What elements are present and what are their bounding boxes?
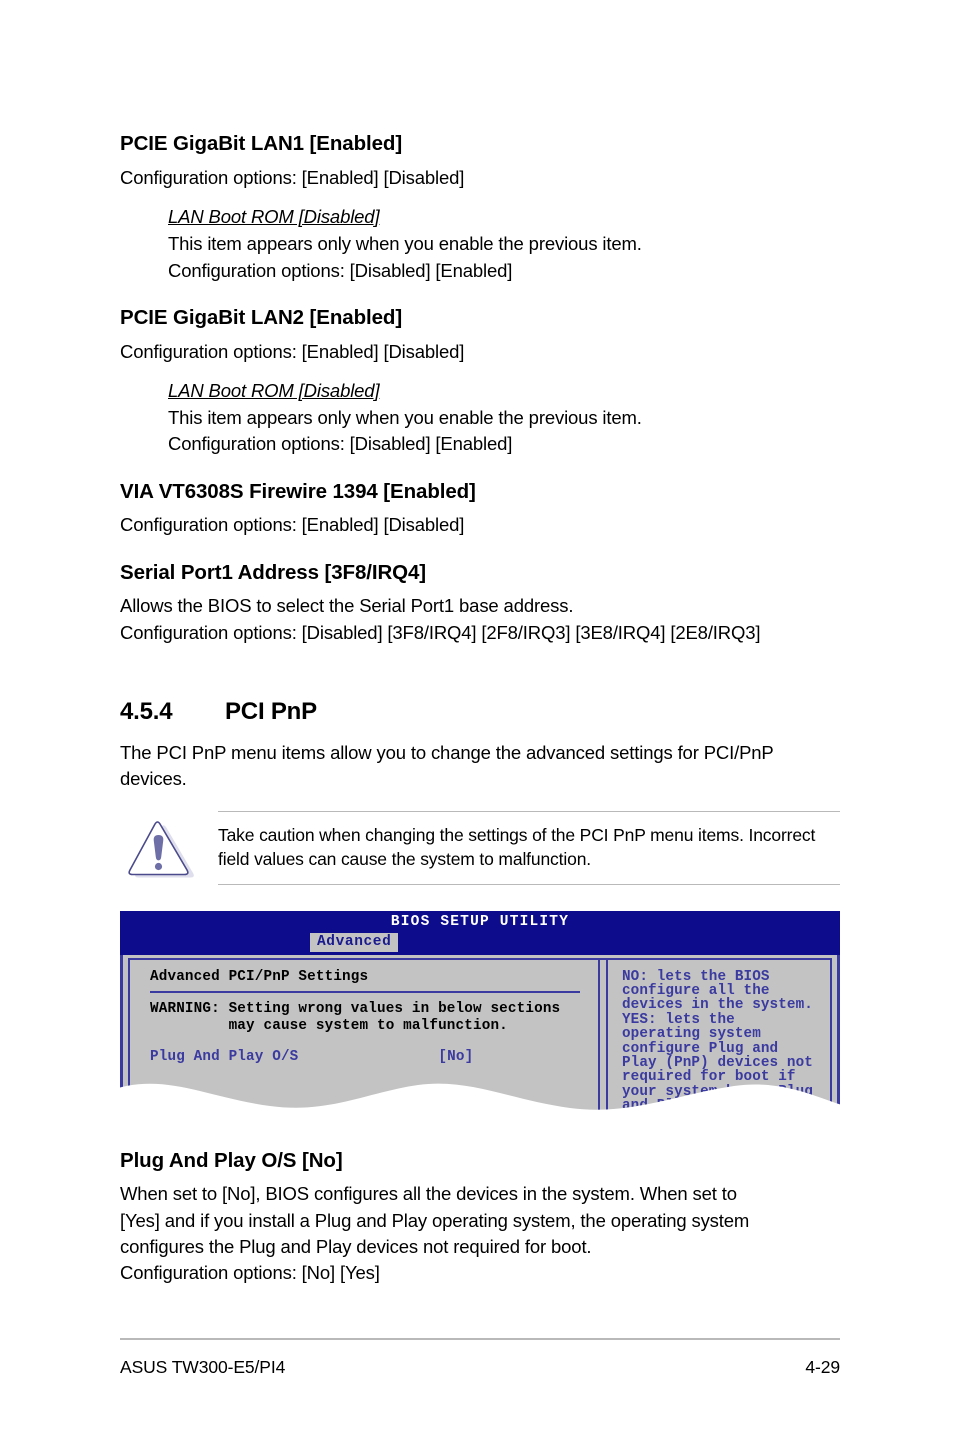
setting-options-pcie-lan2: Configuration options: [Enabled] [Disabl… (120, 340, 465, 362)
page-footer: ASUS TW300-E5/PI4 4-29 (120, 1338, 840, 1378)
sub-setting-title-2: LAN Boot ROM [Disabled] (168, 379, 380, 401)
section-number: 4.5.4 (120, 697, 173, 725)
sub-setting-lan-boot-rom-2: LAN Boot ROM [Disabled] This item appear… (168, 378, 840, 458)
section-heading-pci-pnp: 4.5.4 PCI PnP (120, 698, 840, 726)
bios-settings-column: Advanced PCI/PnP Settings WARNING: Setti… (132, 960, 598, 1123)
bios-help-column: NO: lets the BIOS configure all the devi… (614, 960, 828, 1123)
bios-column-divider-1 (598, 959, 600, 1123)
sub-setting-options-2: Configuration options: [Disabled] [Enabl… (168, 433, 513, 455)
setting-options-firewire: Configuration options: [Enabled] [Disabl… (120, 514, 465, 536)
bios-column-divider-2 (606, 959, 608, 1123)
bios-setting-value[interactable]: [No] (438, 1049, 473, 1065)
bios-tab-advanced[interactable]: Advanced (310, 932, 399, 953)
bios-frame-inner: Advanced PCI/PnP Settings WARNING: Setti… (128, 957, 832, 1123)
bios-heading-divider (150, 990, 580, 994)
setting-block-plug-and-play-os: Plug And Play O/S [No] When set to [No],… (120, 1149, 840, 1287)
setting-block-serial-port1: Serial Port1 Address [3F8/IRQ4] Allows t… (120, 561, 840, 646)
final-options: Configuration options: [No] [Yes] (120, 1262, 380, 1284)
footer-page-number: 4-29 (805, 1356, 840, 1377)
setting-block-pcie-lan1: PCIE GigaBit LAN1 [Enabled] Configuratio… (120, 132, 840, 284)
setting-heading-pcie-lan1: PCIE GigaBit LAN1 [Enabled] (120, 132, 403, 155)
setting-heading-plug-and-play-os: Plug And Play O/S [No] (120, 1148, 343, 1172)
sub-setting-options-1: Configuration options: [Disabled] [Enabl… (168, 259, 513, 281)
bios-panel-heading: Advanced PCI/PnP Settings (150, 968, 369, 985)
sub-setting-title-1: LAN Boot ROM [Disabled] (168, 206, 380, 228)
caution-note-text: Take caution when changing the settings … (218, 824, 816, 870)
section-title: PCI PnP (225, 697, 317, 725)
sub-setting-desc-2: This item appears only when you enable t… (168, 407, 642, 429)
bios-setup-screenshot: BIOS SETUP UTILITY Advanced Advanced PCI… (120, 910, 840, 1123)
final-desc-line-2: [Yes] and if you install a Plug and Play… (120, 1209, 750, 1231)
bios-setting-row-plug-and-play-os[interactable]: Plug And Play O/S [No] (150, 1050, 598, 1064)
bios-help-text: NO: lets the BIOS configure all the devi… (622, 968, 813, 1123)
setting-options-pcie-lan1: Configuration options: [Enabled] [Disabl… (120, 166, 465, 188)
footer-row: ASUS TW300-E5/PI4 4-29 (120, 1340, 840, 1378)
setting-block-firewire: VIA VT6308S Firewire 1394 [Enabled] Conf… (120, 480, 840, 539)
setting-block-pcie-lan2: PCIE GigaBit LAN2 [Enabled] Configuratio… (120, 306, 840, 458)
bios-warning-line-1: WARNING: Setting wrong values in below s… (150, 1001, 561, 1018)
page-content: PCIE GigaBit LAN1 [Enabled] Configuratio… (120, 132, 840, 1308)
caution-note-body: Take caution when changing the settings … (218, 810, 840, 885)
bios-setting-label: Plug And Play O/S (150, 1048, 299, 1065)
bios-title: BIOS SETUP UTILITY (390, 913, 570, 930)
setting-desc-serial-port1: Allows the BIOS to select the Serial Por… (120, 595, 574, 617)
document-page: PCIE GigaBit LAN1 [Enabled] Configuratio… (0, 0, 954, 1438)
caution-triangle-icon (120, 817, 196, 885)
final-desc-line-3: configures the Plug and Play devices not… (120, 1235, 592, 1257)
setting-heading-firewire: VIA VT6308S Firewire 1394 [Enabled] (120, 479, 476, 503)
setting-heading-serial-port1: Serial Port1 Address [3F8/IRQ4] (120, 560, 427, 584)
bios-header-bar: BIOS SETUP UTILITY Advanced (120, 910, 840, 955)
bios-screen: BIOS SETUP UTILITY Advanced Advanced PCI… (120, 910, 840, 1123)
sub-setting-lan-boot-rom-1: LAN Boot ROM [Disabled] This item appear… (168, 204, 840, 284)
bios-frame: Advanced PCI/PnP Settings WARNING: Setti… (120, 954, 840, 1123)
setting-options-serial-port1: Configuration options: [Disabled] [3F8/I… (120, 621, 761, 643)
footer-product-name: ASUS TW300-E5/PI4 (120, 1356, 286, 1377)
section-intro-text: The PCI PnP menu items allow you to chan… (120, 741, 774, 790)
bios-warning-line-2: may cause system to malfunction. (150, 1017, 508, 1034)
sub-setting-desc-1: This item appears only when you enable t… (168, 233, 642, 255)
caution-note: Take caution when changing the settings … (120, 810, 840, 885)
final-desc-line-1: When set to [No], BIOS configures all th… (120, 1183, 737, 1205)
setting-heading-pcie-lan2: PCIE GigaBit LAN2 [Enabled] (120, 305, 403, 329)
